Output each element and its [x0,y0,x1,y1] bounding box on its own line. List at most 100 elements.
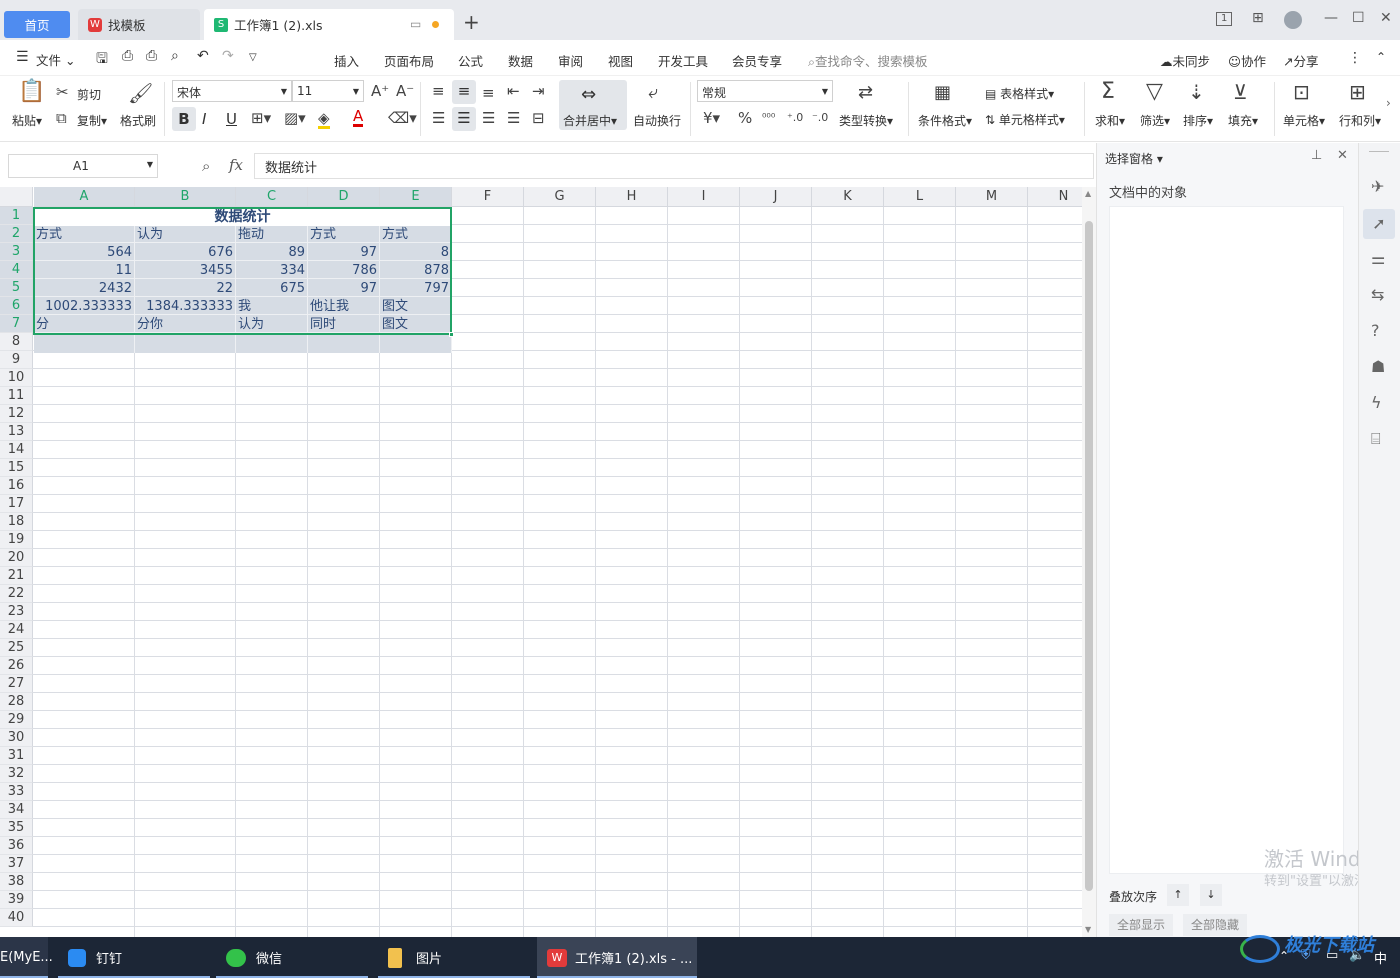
scroll-thumb[interactable] [1085,221,1093,891]
share-button[interactable]: ↗分享 [1283,51,1319,70]
cut-icon[interactable]: ✂ [56,85,69,100]
menu-data[interactable]: 数据 [508,51,533,70]
row-header-38[interactable]: 38 [0,873,33,891]
cut-button[interactable]: 剪切 [77,86,101,103]
italic-button[interactable]: I [202,107,216,131]
font-size-select[interactable]: 11 ▼ [292,80,364,102]
collapse-ribbon-icon[interactable]: ⌃ [1376,50,1386,64]
column-header-g[interactable]: G [524,187,596,207]
close-icon[interactable]: ✕ [1380,10,1392,26]
taskbar-item-pictures[interactable]: 图片 [378,937,530,978]
row-header-8[interactable]: 8 [0,333,33,351]
column-header-k[interactable]: K [812,187,884,207]
tab-document[interactable]: S 工作簿1 (2).xls ▭ [204,9,454,40]
row-header-13[interactable]: 13 [0,423,33,441]
decrease-font-icon[interactable]: A⁻ [396,84,414,99]
lightning-icon[interactable]: ϟ [1371,393,1382,412]
cond-format-icon[interactable]: ▦ [934,84,951,102]
menu-developer[interactable]: 开发工具 [658,51,708,70]
paste-button[interactable]: 粘贴▾ [12,112,42,129]
maximize-icon[interactable]: ☐ [1352,10,1365,26]
row-header-9[interactable]: 9 [0,351,33,369]
row-header-1[interactable]: 1 [0,207,33,225]
tray-security-icon[interactable]: ⛨ [1301,948,1311,963]
clear-format-icon[interactable]: ⌫▾ [388,111,417,126]
sheet-grid[interactable]: ABCDEFGHIJKLMN 1 2 3 4 5 6 7 8 9 10 11 12 13 14 15 16 17… [0,187,1082,937]
row-header-19[interactable]: 19 [0,531,33,549]
new-tab-button[interactable]: + [463,10,480,34]
row-header-26[interactable]: 26 [0,657,33,675]
row-header-14[interactable]: 14 [0,441,33,459]
fx-button[interactable]: fx [229,156,243,174]
table-style-button[interactable]: ▤ 表格样式▾ [985,85,1054,102]
vertical-scrollbar[interactable]: ▲ ▼ [1082,187,1096,937]
transform-icon[interactable]: ⇆ [1371,285,1384,304]
page-view-icon[interactable]: 1 [1216,12,1233,26]
row-header-16[interactable]: 16 [0,477,33,495]
sort-icon[interactable]: ⇣ [1188,82,1205,102]
column-header-c[interactable]: C [236,187,308,207]
row-header-24[interactable]: 24 [0,621,33,639]
tab-home[interactable]: 首页 [4,11,70,38]
type-convert-button[interactable]: 类型转换▾ [839,112,893,129]
filter-icon[interactable]: ▽ [1146,81,1163,103]
row-header-21[interactable]: 21 [0,567,33,585]
menu-page-layout[interactable]: 页面布局 [384,51,434,70]
row-header-4[interactable]: 4 [0,261,33,279]
number-format-select[interactable]: 常规 ▼ [697,80,833,102]
selection-pane-title[interactable]: 选择窗格 ▾ [1105,150,1163,167]
row-header-25[interactable]: 25 [0,639,33,657]
rowcol-button[interactable]: 行和列▾ [1339,112,1381,129]
sum-icon[interactable]: Σ [1101,81,1115,103]
robot-icon[interactable]: ☗ [1371,357,1385,376]
align-bottom-icon[interactable]: ≡ [482,86,495,101]
align-top-icon[interactable]: ≡ [432,84,445,99]
save-icon[interactable]: 🖫 [96,48,108,72]
taskbar-item-wechat[interactable]: 微信 [216,937,368,978]
tray-volume-icon[interactable]: 🔈 [1349,948,1365,963]
pin-icon[interactable]: ⊥ [1311,148,1322,163]
thousands-icon[interactable]: ⁰⁰⁰ [762,110,775,125]
border-icon[interactable]: ⊞▾ [251,111,271,126]
row-header-3[interactable]: 3 [0,243,33,261]
fill-handle[interactable] [449,332,454,337]
more-icon[interactable]: ⋮ [1348,50,1362,66]
menu-insert[interactable]: 插入 [334,51,359,70]
fill-pattern-icon[interactable]: ▨▾ [284,111,306,126]
taskbar-item-dingtalk[interactable]: 钉钉 [58,937,210,978]
column-header-j[interactable]: J [740,187,812,207]
font-name-select[interactable]: 宋体 ▼ [172,80,292,102]
format-painter-button[interactable]: 格式刷 [120,112,156,129]
paste-icon[interactable]: 📋 [18,81,45,103]
cell-style-button[interactable]: ⇅ 单元格样式▾ [985,111,1065,128]
export-pdf-icon[interactable]: ⎙ [122,48,133,64]
help-icon[interactable]: ? [1371,321,1380,340]
menu-review[interactable]: 审阅 [558,51,583,70]
align-left-icon[interactable]: ☰ [432,111,445,126]
rowcol-icon[interactable]: ⊞ [1349,82,1366,102]
quick-access-dropdown-icon[interactable]: ▽ [249,52,257,63]
monitor-icon[interactable]: ▭ [410,17,421,31]
auto-wrap-button[interactable]: 自动换行 [633,112,681,129]
row-header-34[interactable]: 34 [0,801,33,819]
filter-button[interactable]: 筛选▾ [1140,112,1170,129]
column-header-a[interactable]: A [34,187,135,207]
sum-button[interactable]: 求和▾ [1095,112,1125,129]
select-cursor-icon[interactable]: ➚ [1363,209,1395,239]
hamburger-icon[interactable]: ☰ [16,49,29,65]
row-header-2[interactable]: 2 [0,225,33,243]
row-header-39[interactable]: 39 [0,891,33,909]
row-header-10[interactable]: 10 [0,369,33,387]
column-header-e[interactable]: E [380,187,452,207]
tray-network-icon[interactable]: ▭ [1326,948,1338,963]
row-header-40[interactable]: 40 [0,909,33,927]
close-pane-icon[interactable]: ✕ [1337,148,1348,163]
cell-icon[interactable]: ⊡ [1293,82,1310,102]
row-header-27[interactable]: 27 [0,675,33,693]
minimize-icon[interactable]: — [1324,10,1338,26]
collab-button[interactable]: ☺协作 [1228,51,1266,70]
row-header-30[interactable]: 30 [0,729,33,747]
merge-center-button[interactable]: ⇔ 合并居中▾ [559,80,627,130]
column-header-n[interactable]: N [1028,187,1082,207]
undo-icon[interactable]: ↶ [197,48,209,64]
